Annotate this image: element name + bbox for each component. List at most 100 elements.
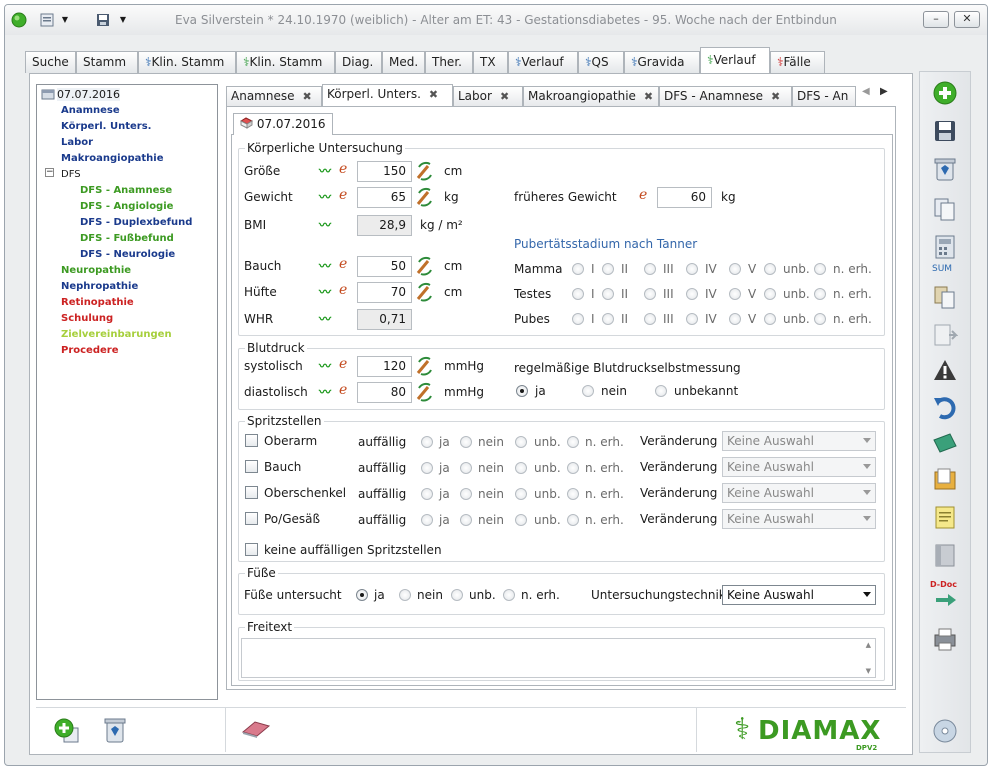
fuesse-unb-radio[interactable] <box>451 589 463 601</box>
measure-pencil-icon[interactable] <box>415 356 435 376</box>
subtab-koerperl-unters[interactable]: Körperl. Unters. ✖ <box>322 84 453 106</box>
scroll-down-icon[interactable]: ▼ <box>866 667 871 675</box>
auffaellig-option-radio[interactable] <box>567 436 579 448</box>
auffaellig-option-radio[interactable] <box>567 488 579 500</box>
auffaellig-option-radio[interactable] <box>421 462 433 474</box>
subtab-makroangiopathie[interactable]: Makroangiopathie ✖ <box>523 86 659 106</box>
trend-chart-icon[interactable]: 〰 <box>319 357 331 374</box>
auffaellig-option-radio[interactable] <box>515 488 527 500</box>
tree-item-dfs[interactable]: DFS <box>61 169 81 180</box>
fuesse-nerh-radio[interactable] <box>503 589 515 601</box>
auffaellig-option-radio[interactable] <box>515 436 527 448</box>
notes-icon[interactable] <box>932 504 958 530</box>
auffaellig-option-radio[interactable] <box>460 436 472 448</box>
trend-chart-icon[interactable]: 〰 <box>319 162 331 179</box>
tanner-option-radio[interactable] <box>572 288 584 300</box>
minimize-button[interactable]: – <box>923 11 949 28</box>
close-tab-icon[interactable]: ✖ <box>429 86 438 104</box>
frueheres-gewicht-input[interactable]: 60 <box>657 187 712 208</box>
auffaellig-option-radio[interactable] <box>421 436 433 448</box>
auffaellig-option-radio[interactable] <box>567 514 579 526</box>
tree-item-nephropathie[interactable]: Nephropathie <box>61 281 138 292</box>
card-reader-icon[interactable] <box>932 430 958 456</box>
tree-item-dfs-fussbefund[interactable]: DFS - Fußbefund <box>80 233 174 244</box>
subtab-labor[interactable]: Labor ✖ <box>453 86 523 106</box>
tree-item-makroangiopathie[interactable]: Makroangiopathie <box>61 153 164 164</box>
tab-suche[interactable]: Suche <box>25 51 76 73</box>
trend-chart-icon[interactable]: 〰 <box>319 188 331 205</box>
date-tab[interactable]: 07.07.2016 <box>233 113 333 135</box>
spritzstelle-checkbox[interactable] <box>245 434 258 447</box>
tree-item-dfs-angiologie[interactable]: DFS - Angiologie <box>80 201 173 212</box>
spritzstelle-checkbox[interactable] <box>245 512 258 525</box>
tanner-option-radio[interactable] <box>602 263 614 275</box>
tree-item-zielvereinbarungen[interactable]: Zielvereinbarungen <box>61 329 172 340</box>
close-tab-icon[interactable]: ✖ <box>500 88 509 106</box>
tanner-option-radio[interactable] <box>644 288 656 300</box>
tanner-option-radio[interactable] <box>644 313 656 325</box>
systolisch-input[interactable]: 120 <box>357 356 412 377</box>
tab-diag[interactable]: Diag. <box>335 51 382 73</box>
trend-chart-icon[interactable]: 〰 <box>319 216 331 233</box>
freitext-textarea[interactable]: ▲ ▼ <box>241 638 876 678</box>
tanner-option-radio[interactable] <box>729 263 741 275</box>
groesse-input[interactable]: 150 <box>357 161 412 182</box>
measure-pencil-icon[interactable] <box>415 256 435 276</box>
add-record-icon[interactable] <box>54 718 80 744</box>
chevron-down-icon[interactable]: ▼ <box>57 12 73 28</box>
tab-ther[interactable]: Ther. <box>425 51 473 73</box>
diastolisch-input[interactable]: 80 <box>357 382 412 403</box>
tab-stamm[interactable]: Stamm <box>76 51 138 73</box>
trend-chart-icon[interactable]: 〰 <box>319 383 331 400</box>
fuesse-nein-radio[interactable] <box>399 589 411 601</box>
tanner-option-radio[interactable] <box>814 313 826 325</box>
tanner-option-radio[interactable] <box>572 313 584 325</box>
tanner-option-radio[interactable] <box>686 288 698 300</box>
veraenderung-select[interactable]: Keine Auswahl <box>722 431 876 451</box>
tree-item-anamnese[interactable]: Anamnese <box>61 105 120 116</box>
scroll-up-icon[interactable]: ▲ <box>866 641 871 649</box>
scroll-left-icon[interactable]: ◀ <box>862 86 870 97</box>
document-forward-icon[interactable] <box>932 322 958 348</box>
auffaellig-option-radio[interactable] <box>421 488 433 500</box>
selbstmessung-unbekannt-radio[interactable] <box>655 385 667 397</box>
tanner-option-radio[interactable] <box>602 313 614 325</box>
measure-pencil-icon[interactable] <box>415 382 435 402</box>
disc-icon[interactable] <box>932 718 958 744</box>
veraenderung-select[interactable]: Keine Auswahl <box>722 483 876 503</box>
keine-spritzstellen-checkbox[interactable] <box>245 543 258 556</box>
copy-pages-icon[interactable] <box>932 284 958 310</box>
auffaellig-option-radio[interactable] <box>460 462 472 474</box>
tree-root-date[interactable]: 07.07.2016 <box>57 88 120 101</box>
spritzstelle-checkbox[interactable] <box>245 486 258 499</box>
edit-e-icon[interactable]: e <box>339 382 347 398</box>
tab-med[interactable]: Med. <box>382 51 425 73</box>
eraser-icon[interactable] <box>241 720 271 738</box>
tree-collapse-icon[interactable]: − <box>45 168 54 177</box>
gewicht-input[interactable]: 65 <box>357 187 412 208</box>
measure-pencil-icon[interactable] <box>415 161 435 181</box>
tanner-option-radio[interactable] <box>814 263 826 275</box>
veraenderung-select[interactable]: Keine Auswahl <box>722 509 876 529</box>
tab-qs[interactable]: ⚕QS <box>578 51 624 73</box>
edit-e-icon[interactable]: e <box>339 356 347 372</box>
tanner-option-radio[interactable] <box>764 288 776 300</box>
close-button[interactable]: ✕ <box>954 11 980 28</box>
tree-item-dfs-anamnese[interactable]: DFS - Anamnese <box>80 185 172 196</box>
edit-e-icon[interactable]: e <box>339 187 347 203</box>
measure-pencil-icon[interactable] <box>415 187 435 207</box>
fuesse-ja-radio[interactable] <box>356 589 368 601</box>
trend-chart-icon[interactable]: 〰 <box>319 257 331 274</box>
tanner-option-radio[interactable] <box>602 288 614 300</box>
subtab-dfs-anamnese[interactable]: DFS - Anamnese ✖ <box>659 86 792 106</box>
auffaellig-option-radio[interactable] <box>421 514 433 526</box>
tab-faelle[interactable]: ⚕Fälle <box>770 51 825 73</box>
auffaellig-option-radio[interactable] <box>460 514 472 526</box>
warning-icon[interactable] <box>932 358 958 384</box>
auffaellig-option-radio[interactable] <box>567 462 579 474</box>
edit-e-icon[interactable]: e <box>339 282 347 298</box>
tab-gravida[interactable]: ⚕Gravida <box>624 51 700 73</box>
recycle-bin-icon[interactable] <box>102 716 128 744</box>
subtab-anamnese[interactable]: Anamnese ✖ <box>226 86 322 106</box>
close-tab-icon[interactable]: ✖ <box>644 88 653 106</box>
